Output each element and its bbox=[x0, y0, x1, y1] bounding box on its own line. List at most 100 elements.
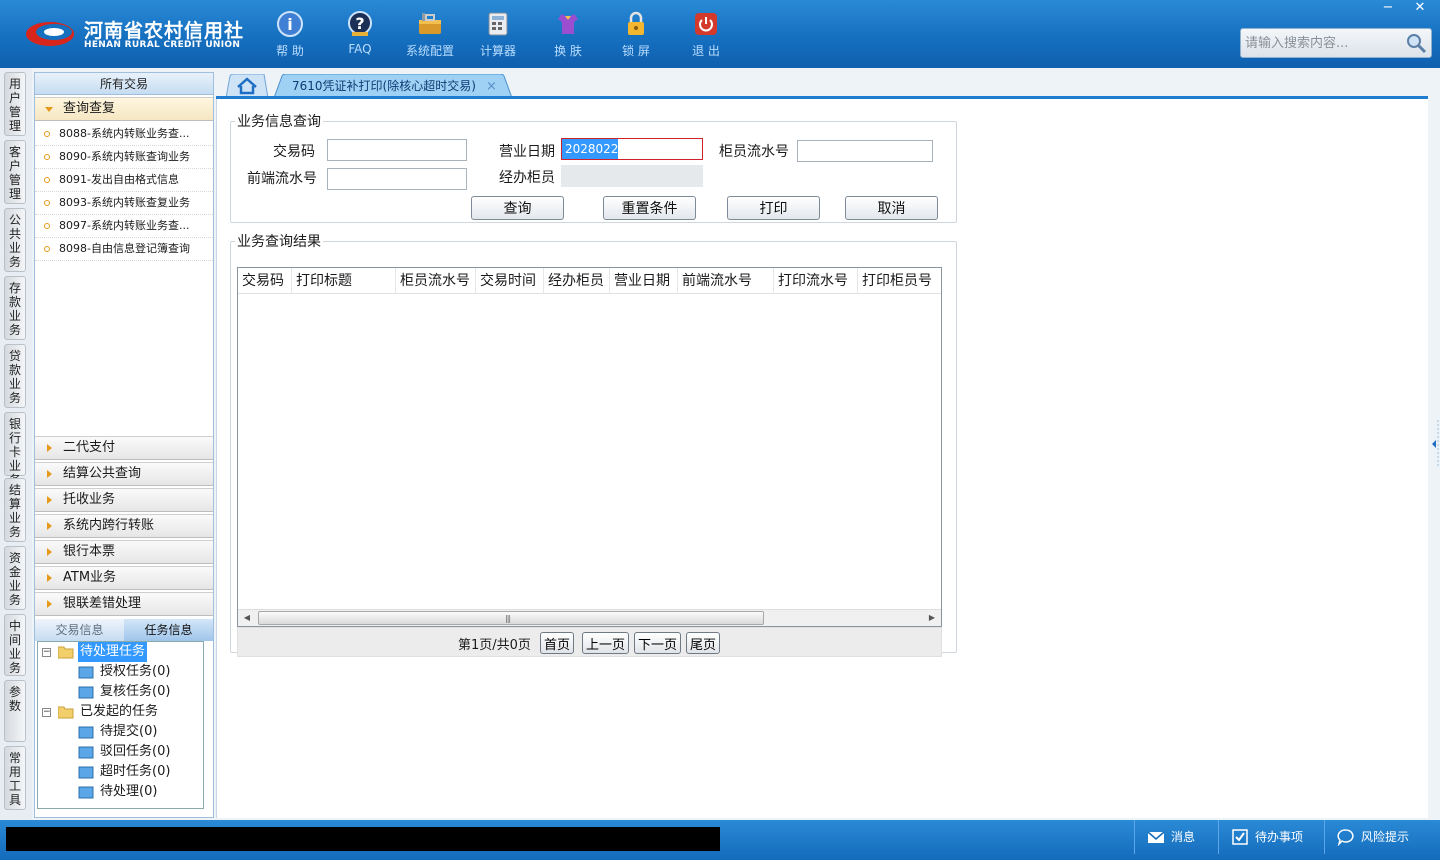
col-front-serial[interactable]: 前端流水号 bbox=[678, 268, 774, 294]
accordion-collection[interactable]: 托收业务 bbox=[35, 488, 213, 512]
status-bar: 消息 待办事项 风险提示 bbox=[0, 820, 1440, 860]
tree-collapse-toggle[interactable]: − bbox=[42, 708, 51, 717]
toolbar-help-button[interactable]: i 帮 助 bbox=[260, 6, 320, 62]
vtab-settlement-business[interactable]: 结算业务 bbox=[4, 478, 26, 542]
toolbar-config-button[interactable]: 系统配置 bbox=[400, 6, 460, 62]
tree-collapse-toggle[interactable]: − bbox=[42, 648, 51, 657]
vtab-loan-business[interactable]: 贷款业务 bbox=[4, 344, 26, 408]
menu-item-8093[interactable]: 8093-系统内转账查复业务 bbox=[35, 192, 213, 215]
query-button[interactable]: 查询 bbox=[471, 196, 564, 220]
teller-serial-input[interactable] bbox=[797, 140, 933, 162]
cancel-button[interactable]: 取消 bbox=[845, 196, 938, 220]
txn-code-input[interactable] bbox=[327, 139, 467, 161]
toolbar-exit-button[interactable]: 退 出 bbox=[676, 6, 736, 62]
vtab-bankcard-business[interactable]: 银行卡业务 bbox=[4, 412, 26, 487]
menu-item-8088[interactable]: 8088-系统内转账业务查... bbox=[35, 123, 213, 146]
prev-page-button[interactable]: 上一页 bbox=[582, 632, 630, 654]
panel-collapse-icon[interactable] bbox=[1428, 420, 1440, 468]
search-input[interactable] bbox=[1243, 31, 1403, 55]
window-close-button[interactable]: ✕ bbox=[1404, 0, 1436, 18]
page-indicator: 第1页/共0页 bbox=[458, 638, 531, 653]
main-area: 7610凭证补打印(除核心超时交易) × 业务信息查询 交易码 营业日期 柜员流… bbox=[216, 72, 1428, 818]
vtab-intermediary-business[interactable]: 中间业务 bbox=[4, 614, 26, 676]
col-print-title[interactable]: 打印标题 bbox=[292, 268, 396, 294]
search-box bbox=[1240, 28, 1432, 58]
last-page-button[interactable]: 尾页 bbox=[686, 632, 721, 654]
logo-text-en: HENAN RURAL CREDIT UNION bbox=[84, 40, 241, 50]
first-page-button[interactable]: 首页 bbox=[540, 632, 575, 654]
accordion-label: 托收业务 bbox=[63, 492, 116, 507]
accordion-unionpay-error[interactable]: 银联差错处理 bbox=[35, 592, 213, 616]
window-minimize-button[interactable]: − bbox=[1372, 0, 1404, 18]
tab-voucher-reprint[interactable]: 7610凭证补打印(除核心超时交易) × bbox=[272, 74, 512, 98]
todo-button[interactable]: 待办事项 bbox=[1218, 820, 1324, 854]
active-tab-label: 7610凭证补打印(除核心超时交易) bbox=[292, 78, 476, 93]
pager: 第1页/共0页 首页 上一页 下一页 尾页 bbox=[237, 627, 942, 657]
reset-button[interactable]: 重置条件 bbox=[603, 196, 696, 220]
folder-icon bbox=[78, 726, 94, 739]
vtab-user-management[interactable]: 用户管理 bbox=[4, 72, 26, 136]
tree-label: 待处理任务 bbox=[78, 642, 148, 662]
col-print-serial[interactable]: 打印流水号 bbox=[774, 268, 858, 294]
vtab-common-tools[interactable]: 常用工具 bbox=[4, 746, 26, 810]
menu-item-8091[interactable]: 8091-发出自由格式信息 bbox=[35, 169, 213, 192]
bullet-icon bbox=[44, 200, 50, 206]
horizontal-scrollbar[interactable]: ◀ ||| ▶ bbox=[238, 609, 941, 626]
toolbar-faq-label: FAQ bbox=[348, 42, 372, 56]
col-print-teller[interactable]: 打印柜员号 bbox=[858, 268, 941, 294]
menu-item-8090[interactable]: 8090-系统内转账查询业务 bbox=[35, 146, 213, 169]
transaction-panel: 所有交易 查询查复 8088-系统内转账业务查... 8090-系统内转账查询业… bbox=[34, 72, 214, 818]
tab-transaction-info[interactable]: 交易信息 bbox=[35, 619, 124, 641]
next-page-button[interactable]: 下一页 bbox=[634, 632, 682, 654]
menu-item-8097[interactable]: 8097-系统内转账业务查... bbox=[35, 215, 213, 238]
vtab-parameters[interactable]: 参数 bbox=[4, 680, 26, 742]
front-serial-input[interactable] bbox=[327, 168, 467, 190]
search-icon[interactable] bbox=[1405, 32, 1427, 54]
col-txn-code[interactable]: 交易码 bbox=[238, 268, 292, 294]
folder-icon bbox=[78, 686, 94, 699]
vtab-deposit-business[interactable]: 存款业务 bbox=[4, 276, 26, 340]
scroll-left-icon[interactable]: ◀ bbox=[238, 610, 256, 626]
tree-label: 已发起的任务 bbox=[80, 704, 159, 719]
toolbar-calculator-button[interactable]: 计算器 bbox=[468, 6, 528, 62]
toolbar-calculator-label: 计算器 bbox=[479, 44, 516, 58]
accordion-cashier-check[interactable]: 银行本票 bbox=[35, 540, 213, 564]
home-tab[interactable] bbox=[220, 74, 268, 98]
col-txn-time[interactable]: 交易时间 bbox=[476, 268, 544, 294]
biz-date-input[interactable] bbox=[561, 138, 703, 160]
close-tab-icon[interactable]: × bbox=[486, 79, 497, 94]
tree-label: 待处理(0) bbox=[100, 784, 158, 799]
caret-right-icon bbox=[47, 600, 52, 608]
tab-content: 业务信息查询 交易码 营业日期 柜员流水号 前端流水号 经办柜员 查询 重置条件… bbox=[216, 99, 1428, 818]
vtab-customer-management[interactable]: 客户管理 bbox=[4, 140, 26, 204]
caret-right-icon bbox=[47, 574, 52, 582]
vtab-fund-business[interactable]: 资金业务 bbox=[4, 546, 26, 610]
toolbar-lock-button[interactable]: 锁 屏 bbox=[606, 6, 666, 62]
power-icon bbox=[695, 13, 717, 35]
accordion-interbank-transfer[interactable]: 系统内跨行转账 bbox=[35, 514, 213, 538]
bullet-icon bbox=[44, 154, 50, 160]
scroll-right-icon[interactable]: ▶ bbox=[923, 610, 941, 626]
tab-task-info[interactable]: 任务信息 bbox=[124, 619, 213, 641]
accordion-second-gen-payment[interactable]: 二代支付 bbox=[35, 436, 213, 460]
col-operator[interactable]: 经办柜员 bbox=[544, 268, 610, 294]
accordion-atm[interactable]: ATM业务 bbox=[35, 566, 213, 590]
todo-label: 待办事项 bbox=[1255, 830, 1304, 844]
vtab-public-business[interactable]: 公共业务 bbox=[4, 208, 26, 272]
col-teller-serial[interactable]: 柜员流水号 bbox=[396, 268, 476, 294]
messages-button[interactable]: 消息 bbox=[1134, 820, 1218, 854]
bullet-icon bbox=[44, 223, 50, 229]
scroll-thumb[interactable]: ||| bbox=[258, 611, 764, 625]
risk-alert-button[interactable]: 风险提示 bbox=[1324, 820, 1436, 854]
toolbar-faq-button[interactable]: ? FAQ bbox=[330, 6, 390, 62]
accordion-settlement-query[interactable]: 结算公共查询 bbox=[35, 462, 213, 486]
menu-item-8098[interactable]: 8098-自由信息登记簿查询 bbox=[35, 238, 213, 261]
bullet-icon bbox=[44, 246, 50, 252]
toolbar-skin-button[interactable]: 换 肤 bbox=[538, 6, 598, 62]
transaction-panel-title: 所有交易 bbox=[35, 73, 213, 95]
grip-icon: ||| bbox=[505, 614, 511, 623]
caret-right-icon bbox=[47, 522, 52, 530]
print-button[interactable]: 打印 bbox=[727, 196, 820, 220]
accordion-query-reply[interactable]: 查询查复 bbox=[35, 97, 213, 121]
col-biz-date[interactable]: 营业日期 bbox=[610, 268, 678, 294]
